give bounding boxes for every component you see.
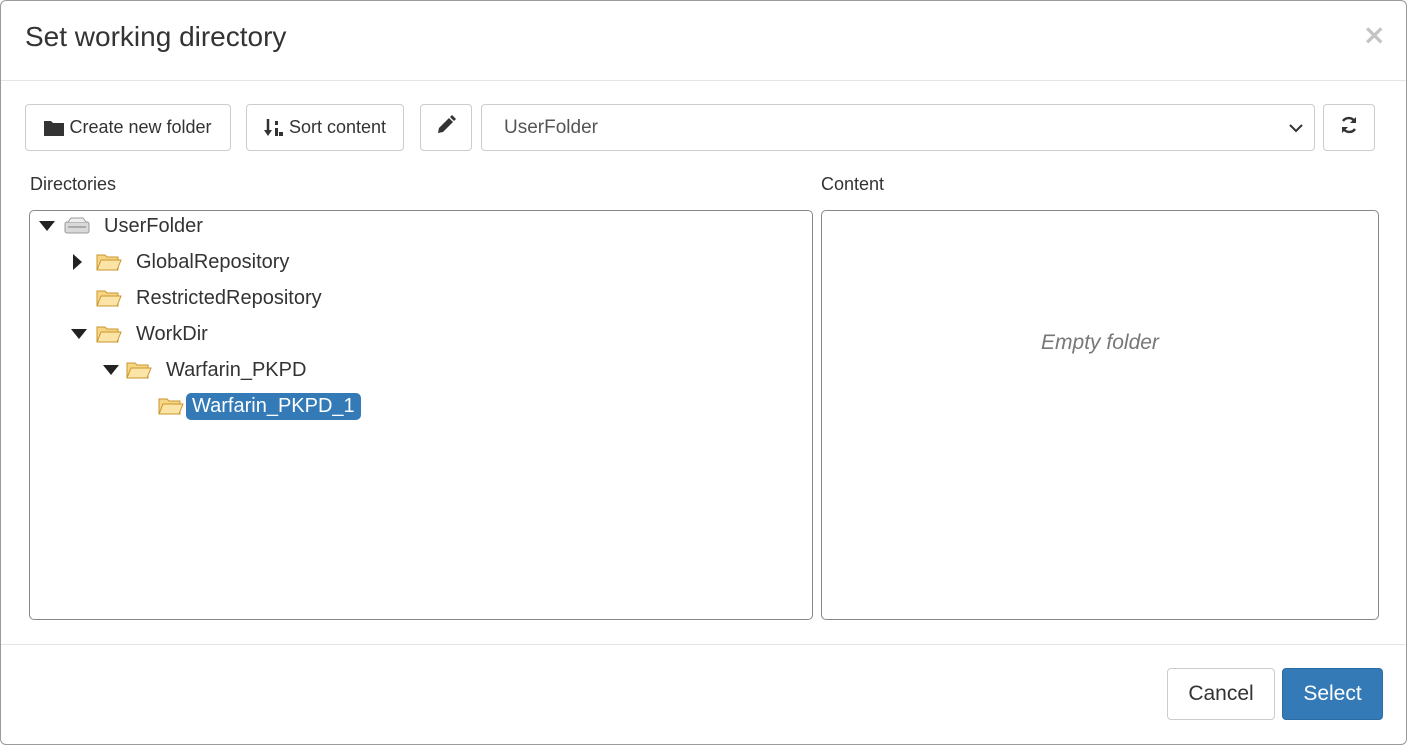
close-button[interactable]: × xyxy=(1363,21,1386,49)
footer-divider xyxy=(1,644,1406,645)
tree-node-label-selected[interactable]: Warfarin_PKPD_1 xyxy=(186,392,361,420)
directories-tree-panel: UserFolder GlobalRepository RestrictedRe… xyxy=(29,210,813,620)
dialog-title: Set working directory xyxy=(25,21,287,52)
create-new-folder-label: Create new folder xyxy=(69,117,212,137)
pencil-icon xyxy=(436,115,456,140)
directories-label: Directories xyxy=(30,174,117,194)
refresh-button[interactable] xyxy=(1323,104,1375,151)
folder-open-icon xyxy=(96,324,122,344)
folder-open-icon xyxy=(158,396,184,416)
sort-content-label: Sort content xyxy=(288,117,387,137)
tree-node-warfarin-pkpd-1[interactable]: Warfarin_PKPD_1 xyxy=(158,391,361,421)
refresh-icon xyxy=(1339,115,1359,140)
folder-icon xyxy=(44,119,65,136)
folder-open-icon xyxy=(96,288,122,308)
caret-down-icon[interactable] xyxy=(70,325,88,343)
folder-open-icon xyxy=(96,252,122,272)
tree-node-userfolder[interactable]: UserFolder xyxy=(38,211,209,241)
tree-node-workdir[interactable]: WorkDir xyxy=(70,319,214,349)
folder-open-icon xyxy=(126,360,152,380)
location-select-value: UserFolder xyxy=(504,116,598,138)
empty-folder-text: Empty folder xyxy=(1041,331,1159,354)
set-working-directory-dialog: Set working directory × Create new folde… xyxy=(0,0,1407,745)
cancel-button[interactable]: Cancel xyxy=(1167,668,1275,720)
select-button[interactable]: Select xyxy=(1282,668,1383,720)
tree-node-label[interactable]: WorkDir xyxy=(130,321,214,348)
caret-down-icon[interactable] xyxy=(38,217,56,235)
tree-node-globalrepository[interactable]: GlobalRepository xyxy=(68,247,295,277)
tree-node-label[interactable]: GlobalRepository xyxy=(130,249,295,276)
caret-right-icon[interactable] xyxy=(68,253,86,271)
tree-node-restrictedrepository[interactable]: RestrictedRepository xyxy=(96,283,328,313)
edit-path-button[interactable] xyxy=(420,104,472,151)
create-new-folder-button[interactable]: Create new folder xyxy=(25,104,231,151)
sort-icon xyxy=(263,118,284,138)
content-label: Content xyxy=(821,174,885,194)
dialog-header: Set working directory × xyxy=(1,1,1406,81)
tree-node-label[interactable]: UserFolder xyxy=(98,213,209,240)
content-panel: Empty folder xyxy=(821,210,1379,620)
sort-content-button[interactable]: Sort content xyxy=(246,104,404,151)
location-select[interactable]: UserFolder xyxy=(481,104,1315,151)
tree-node-warfarin-pkpd[interactable]: Warfarin_PKPD xyxy=(102,355,312,385)
tree-node-label[interactable]: Warfarin_PKPD xyxy=(160,357,312,384)
drive-icon xyxy=(64,216,90,236)
caret-down-icon[interactable] xyxy=(102,361,120,379)
tree-node-label[interactable]: RestrictedRepository xyxy=(130,285,328,312)
chevron-down-icon xyxy=(1288,119,1304,143)
